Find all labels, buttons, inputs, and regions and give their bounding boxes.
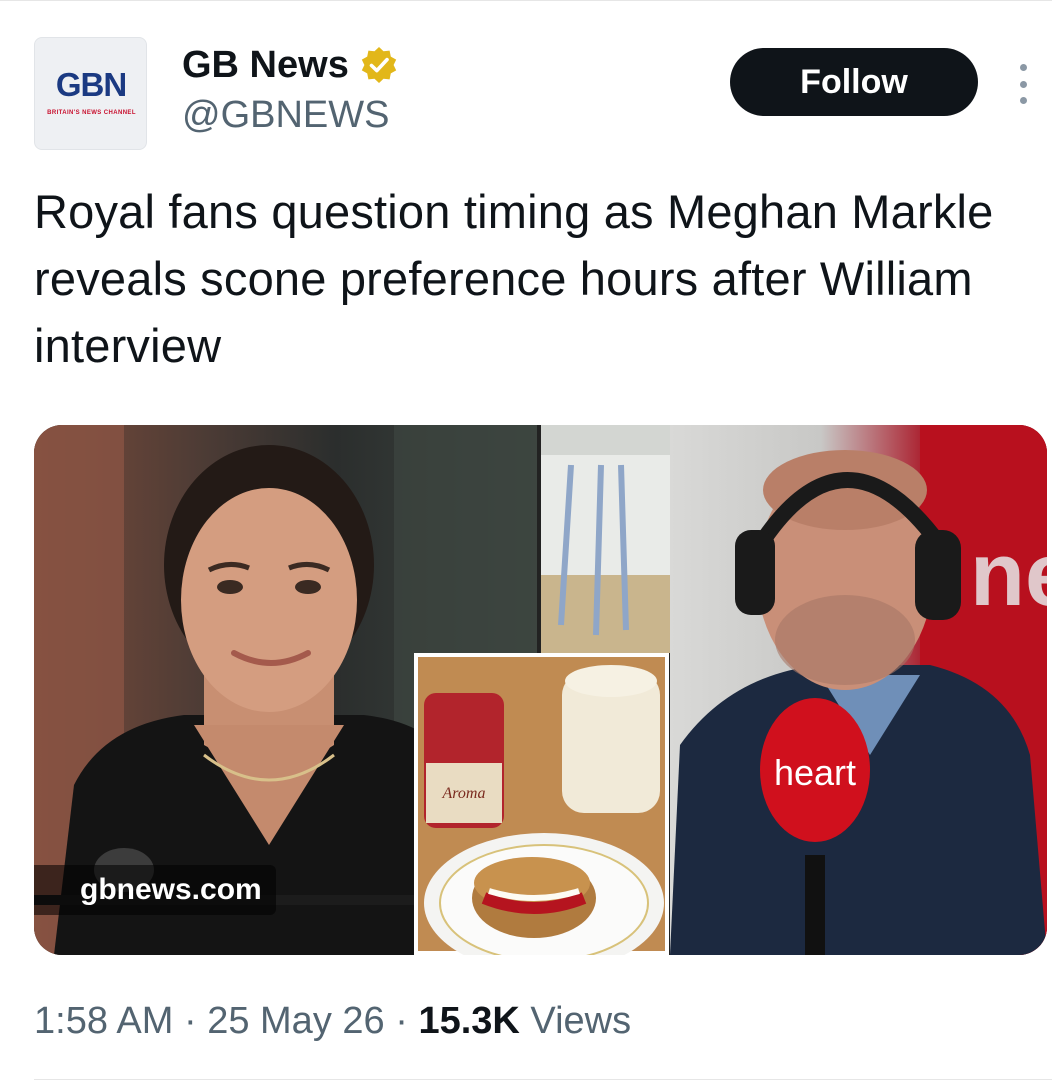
avatar[interactable]: GBN BRITAIN'S NEWS CHANNEL bbox=[34, 37, 147, 150]
display-name-text: GB News bbox=[182, 44, 349, 86]
heart-mic-logo: heart bbox=[774, 752, 856, 793]
gbn-logo: GBN bbox=[55, 66, 127, 103]
tweet-media[interactable]: gbnews.com Aroma n heart bbox=[34, 425, 1047, 955]
more-dot bbox=[1019, 64, 1027, 71]
more-vertical-icon[interactable] bbox=[1012, 64, 1034, 104]
meta-separator: · bbox=[395, 1000, 408, 1042]
account-handle[interactable]: @GBNEWS bbox=[182, 92, 389, 138]
tweet-meta: 1:58 AM · 25 May 26 · 15.3K Views bbox=[34, 996, 631, 1046]
tweet-date[interactable]: 25 May 26 bbox=[207, 1000, 384, 1042]
william-illustration: ne heart bbox=[670, 425, 1047, 955]
views-label[interactable]: Views bbox=[530, 1000, 631, 1042]
media-panel-william: ne heart bbox=[670, 425, 1047, 955]
verified-badge-icon bbox=[359, 45, 399, 85]
views-count[interactable]: 15.3K bbox=[418, 1000, 519, 1042]
media-panel-scone: Aroma bbox=[414, 653, 669, 955]
bottom-divider bbox=[34, 1079, 1052, 1080]
background-sign-text: ne bbox=[970, 525, 1047, 625]
tweet-text: Royal fans question timing as Meghan Mar… bbox=[34, 185, 994, 372]
tweet-time[interactable]: 1:58 AM bbox=[34, 1000, 173, 1042]
meta-separator: · bbox=[183, 1000, 197, 1042]
media-watermark: gbnews.com bbox=[34, 865, 276, 915]
display-name[interactable]: GB News bbox=[182, 42, 399, 88]
jam-jar-label: Aroma bbox=[442, 785, 486, 802]
more-dot bbox=[1019, 80, 1027, 88]
top-divider bbox=[0, 0, 1052, 1]
follow-button[interactable]: Follow bbox=[730, 48, 978, 116]
more-dot bbox=[1019, 97, 1027, 104]
logo-tagline: BRITAIN'S NEWS CHANNEL bbox=[47, 110, 136, 116]
scone-illustration: Aroma bbox=[418, 657, 665, 955]
